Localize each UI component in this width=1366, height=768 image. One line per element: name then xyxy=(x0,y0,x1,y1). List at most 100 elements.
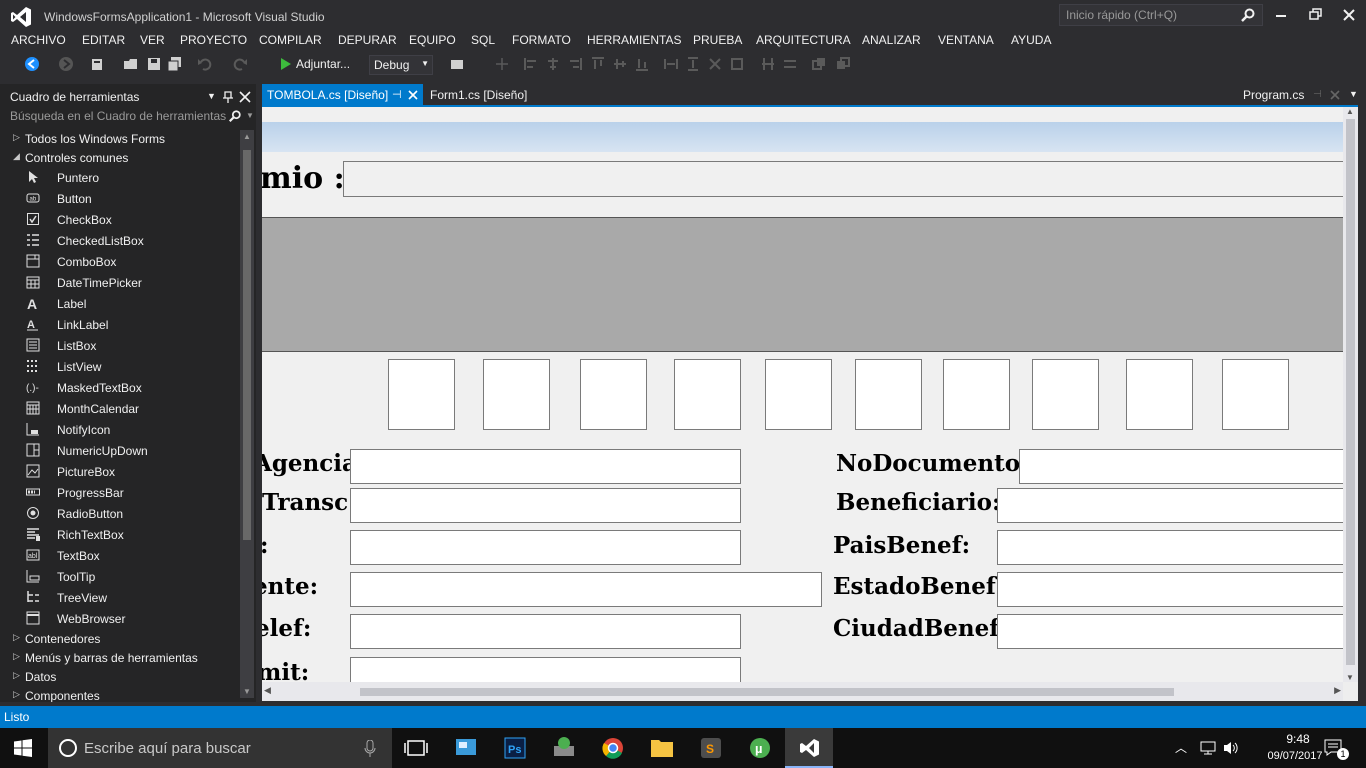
menu-analizar[interactable]: ANALIZAR xyxy=(862,33,921,47)
clock-date[interactable]: 09/07/2017 xyxy=(1260,750,1330,762)
toolbox-item-webbrowser[interactable]: WebBrowser xyxy=(0,609,240,630)
chevron-up-icon[interactable]: ︿ xyxy=(1175,739,1187,756)
microphone-icon[interactable] xyxy=(364,740,376,757)
visual-studio-app-icon[interactable] xyxy=(785,728,833,768)
close-icon[interactable] xyxy=(239,91,251,103)
pin-icon[interactable] xyxy=(222,91,234,103)
form-textbox-ciudadbenef[interactable] xyxy=(997,614,1343,649)
toolbox-item-button[interactable]: ab Button xyxy=(0,189,240,210)
attach-button[interactable]: Adjuntar... xyxy=(296,57,350,71)
form-picture-box[interactable] xyxy=(1222,359,1289,430)
menu-editar[interactable]: EDITAR xyxy=(82,33,125,47)
form-textbox-paisbenef[interactable] xyxy=(997,530,1343,565)
toolbox-item-listview[interactable]: ListView xyxy=(0,357,240,378)
toolbox-item-pointer[interactable]: Puntero xyxy=(0,168,240,189)
toolbox-group-components[interactable]: ▷ Componentes xyxy=(0,686,240,702)
menu-ventana[interactable]: VENTANA xyxy=(938,33,994,47)
designer-vertical-thumb[interactable] xyxy=(1346,119,1355,665)
toolbox-search-input[interactable]: Búsqueda en el Cuadro de herramientas ▼ xyxy=(4,107,256,127)
menu-ayuda[interactable]: AYUDA xyxy=(1011,33,1051,47)
same-height-icon[interactable] xyxy=(685,56,701,72)
align-top-icon[interactable] xyxy=(590,56,606,72)
control-panel-app-icon[interactable] xyxy=(442,728,490,768)
toolbox-item-label[interactable]: A Label xyxy=(0,294,240,315)
undo-icon[interactable] xyxy=(197,56,213,72)
menu-compilar[interactable]: COMPILAR xyxy=(259,33,322,47)
form-picture-box[interactable] xyxy=(943,359,1010,430)
pin-icon[interactable]: ⊣ xyxy=(392,88,402,101)
form-textbox-field5[interactable] xyxy=(350,614,741,649)
same-size-icon[interactable] xyxy=(707,56,723,72)
align-right-icon[interactable] xyxy=(567,56,583,72)
close-icon[interactable] xyxy=(1337,4,1361,26)
tab-form1-design[interactable]: Form1.cs [Diseño] xyxy=(430,84,527,106)
form-textbox-nodocumento[interactable] xyxy=(1019,449,1343,484)
toolbox-toggle-icon[interactable] xyxy=(449,56,465,72)
installer-app-icon[interactable] xyxy=(540,728,588,768)
form-picture-box[interactable] xyxy=(1126,359,1193,430)
new-project-icon[interactable] xyxy=(89,56,105,72)
vertical-spacing-icon[interactable] xyxy=(782,56,798,72)
send-to-back-icon[interactable] xyxy=(835,56,851,72)
scroll-down-icon[interactable]: ▼ xyxy=(1346,673,1354,682)
solution-config-dropdown[interactable]: Debug ▼ xyxy=(369,55,433,75)
open-icon[interactable] xyxy=(123,56,139,72)
pin-icon[interactable]: ⊣ xyxy=(1313,89,1322,100)
designer-horizontal-scrollbar[interactable]: ◀ ▶ xyxy=(262,682,1343,701)
align-middle-icon[interactable] xyxy=(612,56,628,72)
back-icon[interactable] xyxy=(24,56,40,72)
start-debug-icon[interactable] xyxy=(278,56,294,72)
tab-tombola-design[interactable]: TOMBOLA.cs [Diseño] ⊣ xyxy=(262,84,423,106)
toolbox-item-linklabel[interactable]: A LinkLabel xyxy=(0,315,240,336)
form-picture-box[interactable] xyxy=(674,359,741,430)
menu-proyecto[interactable]: PROYECTO xyxy=(180,33,247,47)
bring-to-front-icon[interactable] xyxy=(811,56,827,72)
menu-arquitectura[interactable]: ARQUITECTURA xyxy=(756,33,851,47)
toolbox-item-richtextbox[interactable]: RichTextBox xyxy=(0,525,240,546)
chevron-down-icon[interactable]: ▼ xyxy=(1349,89,1358,99)
form-textbox-beneficiario[interactable] xyxy=(997,488,1343,523)
form-picture-box[interactable] xyxy=(580,359,647,430)
scroll-up-icon[interactable]: ▲ xyxy=(1346,107,1354,116)
toolbox-item-checkedlistbox[interactable]: CheckedListBox xyxy=(0,231,240,252)
menu-sql[interactable]: SQL xyxy=(471,33,495,47)
toolbox-item-treeview[interactable]: TreeView xyxy=(0,588,240,609)
volume-icon[interactable] xyxy=(1222,740,1240,756)
menu-equipo[interactable]: EQUIPO xyxy=(409,33,456,47)
toolbox-item-datetimepicker[interactable]: DateTimePicker xyxy=(0,273,240,294)
form-textbox-field4[interactable] xyxy=(350,572,822,607)
form-picture-box[interactable] xyxy=(855,359,922,430)
same-width-icon[interactable] xyxy=(663,56,679,72)
search-icon[interactable] xyxy=(228,109,242,123)
quick-launch-input[interactable]: Inicio rápido (Ctrl+Q) xyxy=(1059,4,1263,26)
clock-time[interactable]: 9:48 xyxy=(1268,732,1328,746)
toolbox-item-checkbox[interactable]: CheckBox xyxy=(0,210,240,231)
align-bottom-icon[interactable] xyxy=(634,56,650,72)
toolbox-scrollbar[interactable]: ▲ ▼ xyxy=(240,130,254,698)
toolbox-group-data[interactable]: ▷ Datos xyxy=(0,667,240,688)
toolbox-item-listbox[interactable]: ListBox xyxy=(0,336,240,357)
toolbox-group-containers[interactable]: ▷ Contenedores xyxy=(0,629,240,650)
toolbox-group-menus[interactable]: ▷ Menús y barras de herramientas xyxy=(0,648,240,669)
menu-ver[interactable]: VER xyxy=(140,33,165,47)
forward-icon[interactable] xyxy=(58,56,74,72)
form-picture-box[interactable] xyxy=(483,359,550,430)
form-surface[interactable]: mio : Agencia: Transc: : ente: elef: mit… xyxy=(262,107,1343,682)
redo-icon[interactable] xyxy=(232,56,248,72)
form-textbox-agencia[interactable] xyxy=(350,449,741,484)
form-textbox-transc[interactable] xyxy=(350,488,741,523)
close-icon[interactable] xyxy=(408,90,418,100)
menu-herramientas[interactable]: HERRAMIENTAS xyxy=(587,33,681,47)
toolbox-group-common-controls[interactable]: ◢ Controles comunes xyxy=(0,148,240,169)
menu-depurar[interactable]: DEPURAR xyxy=(338,33,397,47)
designer-vertical-scrollbar[interactable]: ▲ ▼ xyxy=(1343,107,1358,682)
tab-program-preview[interactable]: Program.cs xyxy=(1243,84,1304,106)
menu-archivo[interactable]: ARCHIVO xyxy=(11,33,66,47)
form-textbox-field3[interactable] xyxy=(350,530,741,565)
toolbox-item-monthcalendar[interactable]: MonthCalendar xyxy=(0,399,240,420)
form-top-textbox[interactable] xyxy=(343,161,1343,197)
form-textbox-estadobenef[interactable] xyxy=(997,572,1343,607)
toolbox-group-all-forms[interactable]: ▷ Todos los Windows Forms xyxy=(0,129,240,150)
size-to-grid-icon[interactable] xyxy=(729,56,745,72)
toolbox-item-combobox[interactable]: ComboBox xyxy=(0,252,240,273)
